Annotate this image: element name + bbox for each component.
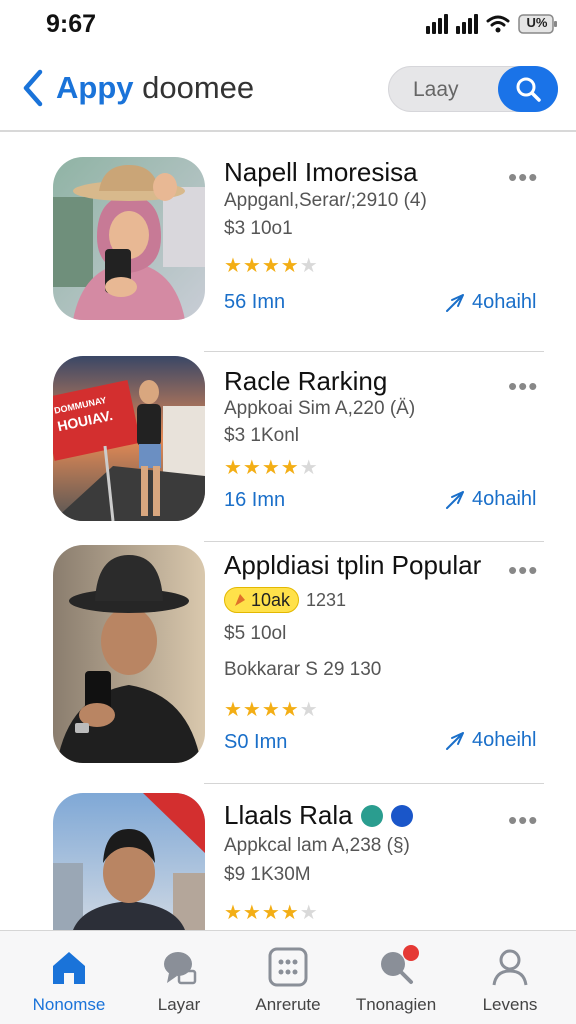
app-thumbnail-3[interactable] [53, 545, 205, 763]
tab-apps[interactable]: Anrerute [233, 945, 343, 1015]
tab-bar: Nonomse Layar Anrerute Tnonagien Levens [0, 930, 576, 1024]
search-placeholder: Laay [413, 78, 459, 101]
app-title-1[interactable]: Napell Imoresisa [224, 157, 418, 188]
chat-icon [124, 945, 234, 989]
app-title-4[interactable]: Llaals Rala [224, 800, 413, 831]
tab-search[interactable]: Tnonagien [341, 945, 451, 1015]
app-meta-3: S0 Imn [224, 731, 288, 753]
verified-icon [360, 804, 383, 827]
tab-home[interactable]: Nonomse [14, 945, 124, 1015]
tag-icon [235, 594, 245, 606]
share-link-1[interactable]: 4ohaihl [444, 291, 537, 314]
share-label-2: 4ohaihl [472, 488, 537, 510]
card-divider-3 [204, 783, 544, 784]
app-subtitle-2: Appkoai Sim A,220 (Ä) [224, 398, 416, 419]
rating-stars-3: ★★★★★ [224, 699, 319, 721]
chevron-left-icon [23, 69, 43, 107]
search-icon [341, 945, 451, 989]
app-thumbnail-4[interactable] [53, 793, 205, 930]
app-badge-extra-3: 1231 [306, 590, 347, 610]
app-title-text-4: Llaals Rala [224, 800, 353, 830]
app-price-1: $3 10o1 [224, 218, 293, 239]
status-icons: U% [426, 13, 558, 35]
more-options-button-1[interactable]: ••• [508, 164, 538, 190]
grid-icon [233, 945, 343, 989]
tab-search-label: Tnonagien [355, 995, 437, 1014]
battery-icon: U% [518, 13, 558, 35]
page-title: Appy doomee [56, 70, 254, 106]
person-icon [455, 945, 565, 989]
tab-chat-label: Layar [157, 995, 201, 1014]
share-link-3[interactable]: 4oheihl [444, 729, 537, 752]
back-button[interactable] [18, 66, 48, 110]
tab-profile[interactable]: Levens [455, 945, 565, 1015]
send-icon [446, 490, 464, 509]
share-link-2[interactable]: 4ohaihl [444, 488, 537, 511]
info-icon [390, 804, 413, 827]
notification-dot [403, 945, 419, 961]
status-bar: 9:67 U% [0, 0, 576, 50]
more-options-button-2[interactable]: ••• [508, 373, 538, 399]
home-icon [14, 945, 124, 989]
app-meta-2: 16 Imn [224, 489, 286, 511]
app-thumbnail-1[interactable] [53, 157, 205, 320]
share-label-1: 4ohaihl [472, 291, 537, 313]
app-meta-1: 56 Imn [224, 291, 286, 313]
tab-home-label: Nonomse [32, 995, 106, 1014]
tab-profile-label: Levens [482, 995, 538, 1014]
app-thumbnail-2[interactable]: HOUIAV. DOMMUNAY [53, 356, 205, 521]
app-title-3[interactable]: Appldiasi tplin Popular [224, 550, 481, 581]
app-subtitle-4: Appkcal lam A,238 (§) [224, 835, 410, 856]
rating-stars-4: ★★★★★ [224, 902, 319, 924]
app-title-2[interactable]: Racle Rarking [224, 366, 387, 397]
app-subtitle-3: Bokkarar S 29 130 [224, 659, 382, 680]
rating-stars-2: ★★★★★ [224, 457, 319, 479]
page-title-accent: Appy [56, 70, 134, 105]
status-time: 9:67 [46, 10, 97, 38]
send-icon [446, 731, 464, 750]
page-title-rest: doomee [142, 70, 255, 105]
wifi-icon [486, 14, 510, 34]
app-badge-text-3: 10ak [251, 589, 291, 610]
app-badge-3: 10ak [224, 587, 300, 613]
header: Appy doomee Laay [0, 58, 576, 124]
app-price-2: $3 1Konl [224, 425, 300, 446]
tab-chat[interactable]: Layar [124, 945, 234, 1015]
send-icon [446, 293, 464, 312]
signal-icon-2 [456, 14, 478, 34]
rating-stars-1: ★★★★★ [224, 255, 319, 277]
search-button[interactable] [498, 66, 558, 112]
app-price-3: $5 10ol [224, 623, 287, 644]
app-price-4: $9 1K30M [224, 864, 311, 885]
app-subtitle-1: Appganl,Serar/;2910 (4) [224, 190, 427, 211]
battery-level: U% [526, 15, 548, 30]
search-icon [516, 77, 541, 102]
more-options-button-4[interactable]: ••• [508, 807, 538, 833]
card-divider-2 [204, 541, 544, 542]
more-options-button-3[interactable]: ••• [508, 557, 538, 583]
card-divider-1 [204, 351, 544, 352]
signal-icon [426, 14, 448, 34]
share-label-3: 4oheihl [472, 729, 537, 751]
header-divider [0, 130, 576, 132]
tab-apps-label: Anrerute [255, 995, 321, 1014]
